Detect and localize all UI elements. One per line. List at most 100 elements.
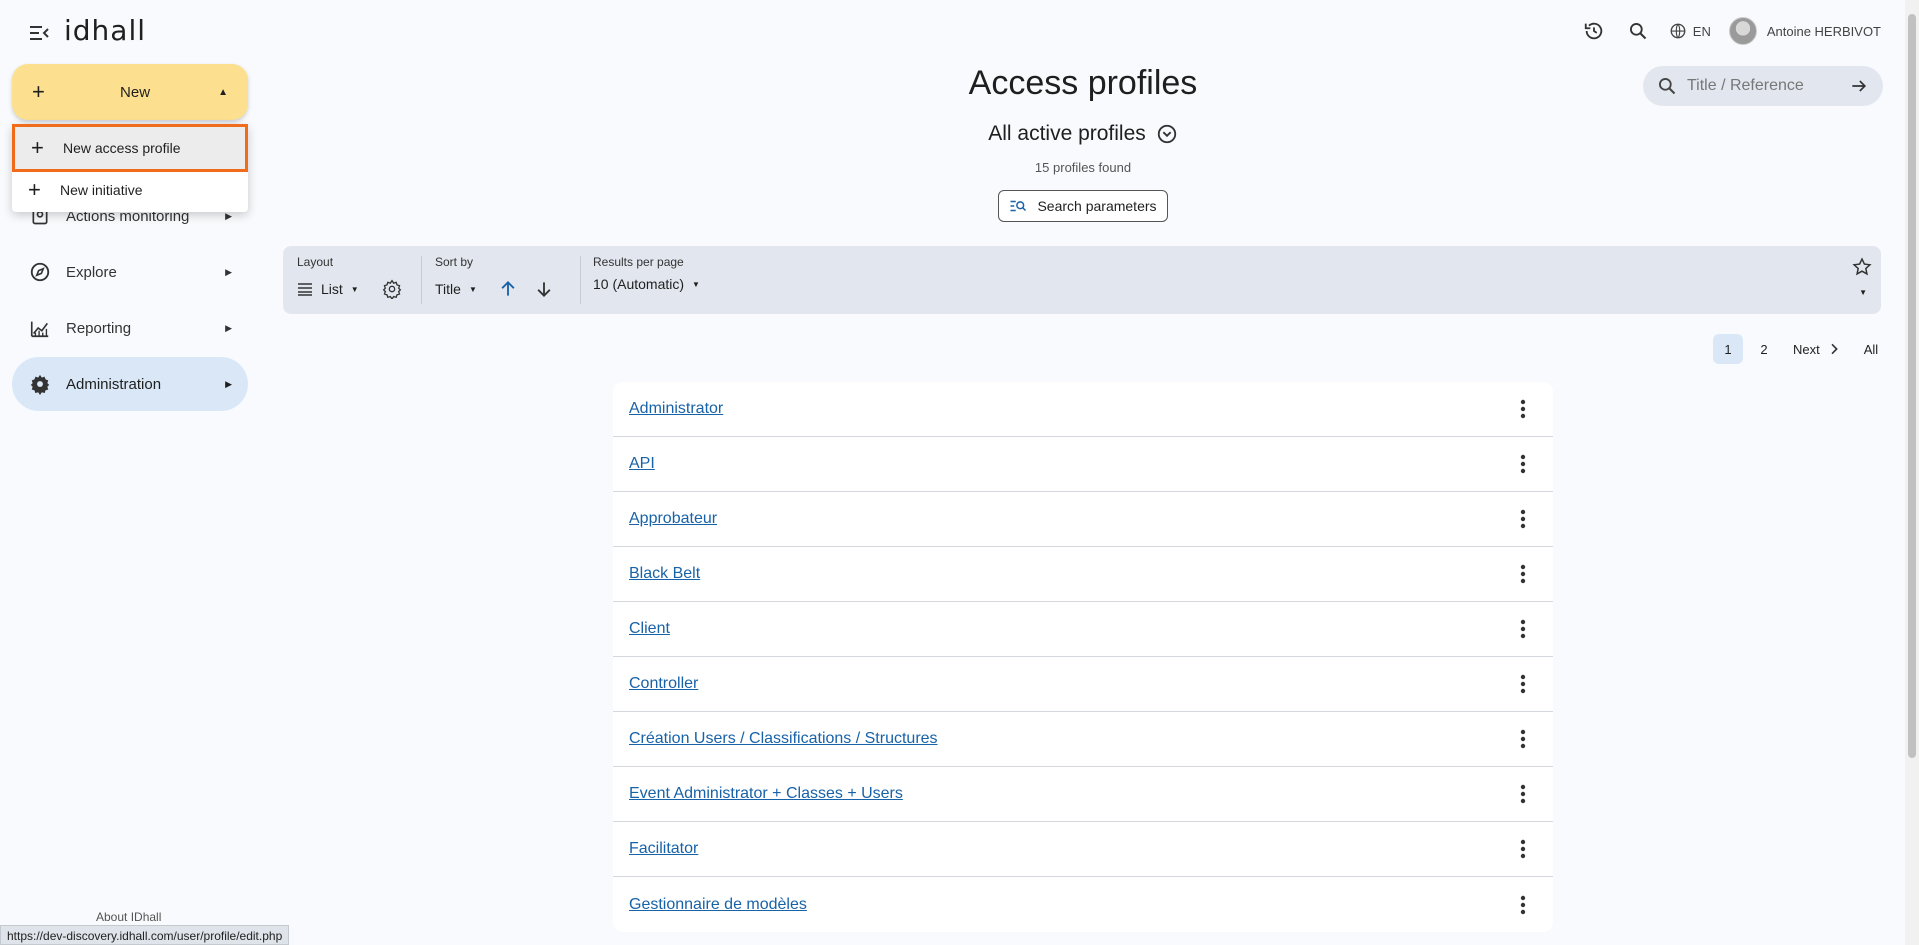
more-vert-icon[interactable] — [1509, 395, 1537, 423]
filter-label: All active profiles — [988, 122, 1146, 145]
plus-icon: + — [28, 177, 41, 202]
list-item: Client — [613, 602, 1553, 657]
all-pages-button[interactable]: All — [1856, 334, 1886, 364]
list-toolbar: Layout List ▼ Sort by Title ▼ Results pe… — [283, 246, 1881, 314]
more-vert-icon[interactable] — [1509, 891, 1537, 919]
chevron-right-icon — [1831, 343, 1838, 355]
about-link[interactable]: About IDhall — [96, 910, 161, 924]
layout-select[interactable]: List ▼ — [297, 281, 359, 297]
list-item: Approbateur — [613, 492, 1553, 547]
caret-down-icon[interactable]: ▼ — [1859, 288, 1867, 297]
more-vert-icon[interactable] — [1509, 615, 1537, 643]
divider — [580, 256, 581, 304]
menu-item-new-access-profile[interactable]: + New access profile — [12, 124, 248, 172]
menu-item-new-initiative[interactable]: + New initiative — [12, 172, 248, 208]
results-per-page-label: Results per page — [593, 255, 684, 269]
caret-right-icon: ▶ — [225, 266, 232, 277]
sidebar-item-reporting[interactable]: Reporting ▶ — [12, 301, 248, 355]
page-2[interactable]: 2 — [1749, 334, 1779, 364]
caret-right-icon: ▶ — [225, 210, 232, 221]
list-item: API — [613, 437, 1553, 492]
next-page-button[interactable]: Next — [1785, 334, 1850, 364]
more-vert-icon[interactable] — [1509, 780, 1537, 808]
profile-link[interactable]: Event Administrator + Classes + Users — [629, 785, 903, 803]
search-parameters-label: Search parameters — [1037, 198, 1157, 214]
sort-descending-icon[interactable] — [531, 276, 557, 302]
more-vert-icon[interactable] — [1509, 725, 1537, 753]
sort-ascending-icon[interactable] — [495, 276, 521, 302]
results-per-page-value: 10 (Automatic) — [593, 276, 685, 292]
compass-icon — [28, 260, 52, 284]
page-scrollbar[interactable] — [1905, 0, 1919, 945]
list-item: Administrator — [613, 382, 1553, 437]
scrollbar-thumb[interactable] — [1908, 14, 1916, 758]
divider — [421, 256, 422, 304]
language-selector[interactable]: EN — [1669, 22, 1711, 40]
more-vert-icon[interactable] — [1509, 450, 1537, 478]
more-vert-icon[interactable] — [1509, 835, 1537, 863]
search-parameters-button[interactable]: Search parameters — [998, 190, 1168, 222]
more-vert-icon[interactable] — [1509, 505, 1537, 533]
caret-right-icon: ▶ — [225, 322, 232, 333]
profiles-list: Administrator API Approbateur Black Belt… — [613, 382, 1553, 932]
sidebar-item-administration[interactable]: Administration ▶ — [12, 357, 248, 411]
page-1[interactable]: 1 — [1713, 334, 1743, 364]
more-vert-icon[interactable] — [1509, 560, 1537, 588]
new-dropdown-menu: + New access profile + New initiative — [12, 124, 248, 212]
status-bar-url: https://dev-discovery.idhall.com/user/pr… — [0, 925, 290, 945]
results-count-text: profiles found — [1053, 160, 1132, 175]
results-count: 15 profiles found — [283, 160, 1883, 175]
sidebar-item-label: Explore — [66, 263, 117, 281]
caret-right-icon: ▶ — [225, 378, 232, 389]
profile-link[interactable]: Administrator — [629, 400, 723, 418]
sidebar-item-label: Reporting — [66, 319, 132, 337]
chevron-down-circle-icon — [1157, 124, 1176, 144]
results-per-page-controls: 10 (Automatic) ▼ — [593, 276, 700, 292]
avatar — [1728, 17, 1757, 45]
profile-link[interactable]: Controller — [629, 675, 698, 693]
sort-value: Title — [435, 281, 461, 297]
caret-down-icon: ▼ — [468, 284, 477, 294]
next-label: Next — [1793, 341, 1820, 357]
chart-icon — [28, 316, 52, 340]
profile-filter[interactable]: All active profiles — [283, 122, 1883, 146]
star-icon[interactable] — [1849, 254, 1875, 280]
sort-controls: Title ▼ — [435, 276, 557, 302]
list-item: Création Users / Classifications / Struc… — [613, 712, 1553, 767]
layout-label: Layout — [297, 255, 334, 269]
menu-item-label: New initiative — [60, 182, 143, 198]
results-per-page-select[interactable]: 10 (Automatic) ▼ — [593, 276, 700, 292]
logo[interactable]: idhall — [64, 14, 146, 47]
sort-select[interactable]: Title ▼ — [435, 281, 477, 297]
caret-down-icon: ▼ — [350, 284, 359, 294]
profile-link[interactable]: Black Belt — [629, 565, 700, 583]
profile-link[interactable]: API — [629, 455, 655, 473]
layout-value: List — [321, 281, 343, 297]
user-menu[interactable]: Antoine HERBIVOT — [1728, 17, 1881, 45]
search-icon[interactable] — [1625, 18, 1651, 44]
list-item: Event Administrator + Classes + Users — [613, 767, 1553, 822]
profile-link[interactable]: Approbateur — [629, 510, 717, 528]
language-code: EN — [1692, 23, 1711, 39]
profile-link[interactable]: Facilitator — [629, 840, 698, 858]
results-count-number: 15 — [1034, 160, 1050, 175]
layout-settings-gear-icon[interactable] — [379, 276, 405, 302]
plus-icon: + — [31, 135, 44, 160]
menu-toggle-icon[interactable] — [26, 20, 52, 46]
sidebar-item-explore[interactable]: Explore ▶ — [12, 245, 248, 299]
profile-link[interactable]: Création Users / Classifications / Struc… — [629, 730, 938, 748]
gear-icon — [28, 372, 52, 396]
layout-controls: List ▼ — [297, 276, 405, 302]
profile-link[interactable]: Gestionnaire de modèles — [629, 896, 807, 914]
list-item: Controller — [613, 657, 1553, 712]
menu-item-label: New access profile — [63, 140, 181, 156]
sidebar-item-label: Administration — [66, 375, 162, 393]
pagination: 1 2 Next All — [1713, 334, 1886, 364]
sort-label: Sort by — [435, 255, 474, 269]
history-icon[interactable] — [1581, 18, 1607, 44]
globe-icon — [1670, 23, 1686, 39]
more-vert-icon[interactable] — [1509, 670, 1537, 698]
profile-link[interactable]: Client — [629, 620, 670, 638]
top-right-actions: EN Antoine HERBIVOT — [1581, 14, 1881, 48]
page-title: Access profiles — [968, 64, 1198, 102]
